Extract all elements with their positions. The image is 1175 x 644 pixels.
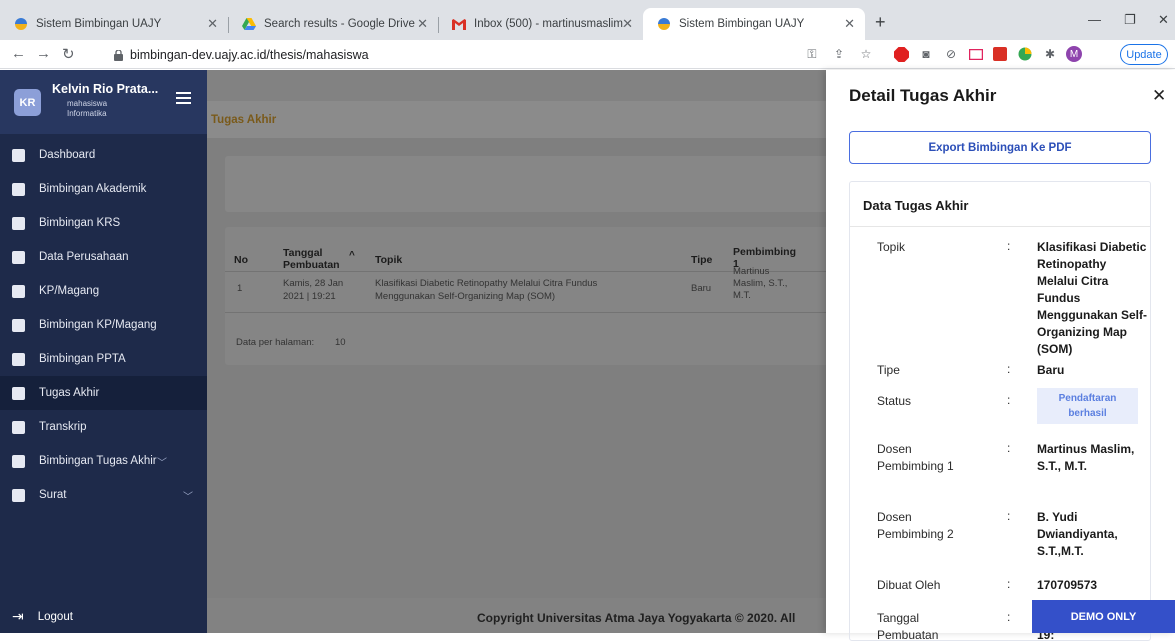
column-header-no: No [234,254,248,266]
gmail-icon [452,17,466,31]
tab-sistem-bimbingan-1[interactable]: Sistem Bimbingan UAJY ✕ [0,8,229,40]
user-panel: KR Kelvin Rio Prata... mahasiswa Informa… [0,70,207,134]
user-name: Kelvin Rio Prata... [52,82,159,96]
sort-up-icon[interactable]: ^ [349,250,355,261]
close-icon[interactable]: ✕ [844,16,855,32]
tab-gmail-inbox[interactable]: Inbox (500) - martinusmaslim12 ✕ [438,8,643,40]
chevron-down-icon: ﹀ [157,457,167,469]
tab-google-drive[interactable]: Search results - Google Drive ✕ [228,8,439,40]
new-tab-icon[interactable]: + [875,13,886,31]
reload-icon[interactable]: ↻ [62,45,75,63]
chevron-down-icon: ﹀ [183,491,193,503]
user-role: mahasiswa Informatika [67,99,108,118]
building-icon [12,250,25,264]
back-arrow-icon[interactable]: ← [11,45,26,62]
browser-toolbar: ← → ↻ bimbingan-dev.uajy.ac.id/thesis/ma… [0,40,1175,69]
minimize-icon[interactable]: — [1088,12,1101,27]
forward-arrow-icon[interactable]: → [36,45,51,62]
update-button[interactable]: Update [1120,44,1168,65]
hamburger-menu-icon[interactable] [176,92,191,104]
briefcase-icon [12,284,25,298]
sidebar-item-bimbingan-ppta[interactable]: Bimbingan PPTA [0,342,207,376]
logout-link[interactable]: ⇥ Logout [12,608,73,625]
sidebar-item-bimbingan-tugas-akhir[interactable]: Bimbingan Tugas Akhir ﹀ [0,444,207,478]
bar-chart-icon [12,420,25,434]
browser-tab-strip: Sistem Bimbingan UAJY ✕ Search results -… [0,0,1175,40]
key-icon[interactable]: ⚿ [804,46,820,62]
card-title: Data Tugas Akhir [863,198,969,213]
logout-icon: ⇥ [12,608,24,624]
column-header-tanggal[interactable]: Tanggal Pembuatan [283,247,340,271]
filter-card [225,156,845,212]
per-page-select[interactable]: 10 [335,337,346,348]
sidebar-item-kp-magang[interactable]: KP/Magang [0,274,207,308]
export-pdf-button[interactable]: Export Bimbingan Ke PDF [849,131,1151,164]
mail-icon [12,488,25,502]
close-icon[interactable]: ✕ [1152,86,1166,106]
folder-icon [12,454,25,468]
sidebar-item-tugas-akhir[interactable]: Tugas Akhir [0,376,207,410]
breadcrumb: Tugas Akhir [211,114,277,126]
google-drive-icon [242,17,256,31]
checklist-icon [12,216,25,230]
camera-icon[interactable]: ◙ [918,46,934,62]
pdf-icon[interactable] [992,46,1008,62]
detail-drawer: Detail Tugas Akhir ✕ Export Bimbingan Ke… [826,70,1175,642]
screen-capture-icon[interactable] [968,46,984,62]
footer-copyright: Copyright Universitas Atma Jaya Yogyakar… [477,611,796,625]
sidebar-item-dashboard[interactable]: Dashboard [0,138,207,172]
sidebar-item-bimbingan-kp-magang[interactable]: Bimbingan KP/Magang [0,308,207,342]
sidebar-item-data-perusahaan[interactable]: Data Perusahaan [0,240,207,274]
data-tugas-akhir-card: Data Tugas Akhir Topik : Klasifikasi Dia… [849,181,1151,642]
status-badge: Pendaftaran berhasil [1037,388,1138,424]
check-square-icon [12,318,25,332]
demo-only-banner: DEMO ONLY [1032,600,1175,633]
uajy-favicon-icon [14,17,28,31]
lock-icon [114,49,123,61]
sidebar-item-bimbingan-krs[interactable]: Bimbingan KRS [0,206,207,240]
column-header-tipe: Tipe [691,254,713,266]
share-icon[interactable]: ⇪ [831,46,847,62]
block-icon[interactable]: ⊘ [943,46,959,62]
clipboard-icon [12,386,25,400]
window-close-icon[interactable]: ✕ [1158,12,1169,28]
puzzle-extensions-icon[interactable]: ✱ [1042,46,1058,62]
url-text: bimbingan-dev.uajy.ac.id/thesis/mahasisw… [130,48,369,62]
column-header-topik: Topik [375,254,403,266]
close-icon[interactable]: ✕ [417,16,428,32]
extension-globe-icon[interactable] [1017,46,1033,62]
per-page-label: Data per halaman: [236,337,315,348]
sidebar-item-bimbingan-akademik[interactable]: Bimbingan Akademik [0,172,207,206]
close-icon[interactable]: ✕ [207,16,218,32]
drawer-title: Detail Tugas Akhir [849,86,997,105]
address-bar[interactable]: bimbingan-dev.uajy.ac.id/thesis/mahasisw… [103,44,825,66]
close-icon[interactable]: ✕ [622,16,633,32]
bookmark-star-icon[interactable]: ☆ [858,46,874,62]
adblock-icon[interactable] [893,46,909,62]
grid-icon [12,148,25,162]
uajy-favicon-icon [657,17,671,31]
document-icon [12,352,25,366]
restore-icon[interactable]: ❐ [1124,12,1136,28]
avatar: KR [14,89,41,116]
profile-avatar[interactable]: M [1066,46,1082,62]
book-icon [12,182,25,196]
sidebar-item-transkrip[interactable]: Transkrip [0,410,207,444]
sidebar: KR Kelvin Rio Prata... mahasiswa Informa… [0,70,207,633]
sidebar-item-surat[interactable]: Surat ﹀ [0,478,207,512]
tab-sistem-bimbingan-active[interactable]: Sistem Bimbingan UAJY ✕ [643,8,865,40]
table-card: No Tanggal Pembuatan ^ Topik Tipe Pembim… [225,227,845,365]
